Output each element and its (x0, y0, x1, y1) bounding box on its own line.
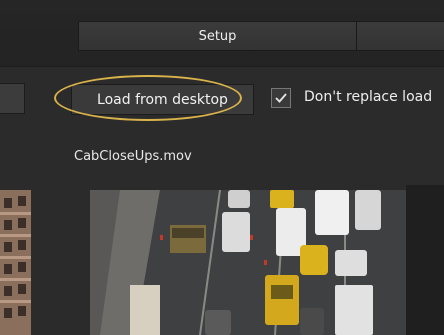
load-from-desktop-button[interactable]: Load from desktop (71, 84, 254, 115)
previous-clip-thumbnail[interactable] (0, 190, 31, 335)
dont-replace-label: Don't replace load (304, 89, 433, 105)
checkmark-icon (275, 93, 287, 103)
clip-filename: CabCloseUps.mov (74, 149, 192, 164)
next-clip-thumbnail[interactable] (406, 185, 444, 335)
tab-next[interactable] (356, 21, 444, 51)
video-preview[interactable] (90, 190, 420, 335)
top-tab-bar: Setup (0, 0, 444, 66)
toolbar-divider (0, 66, 444, 67)
previous-toolbar-button[interactable] (0, 83, 25, 114)
dont-replace-checkbox[interactable] (271, 88, 291, 108)
tab-setup[interactable]: Setup (78, 21, 357, 51)
